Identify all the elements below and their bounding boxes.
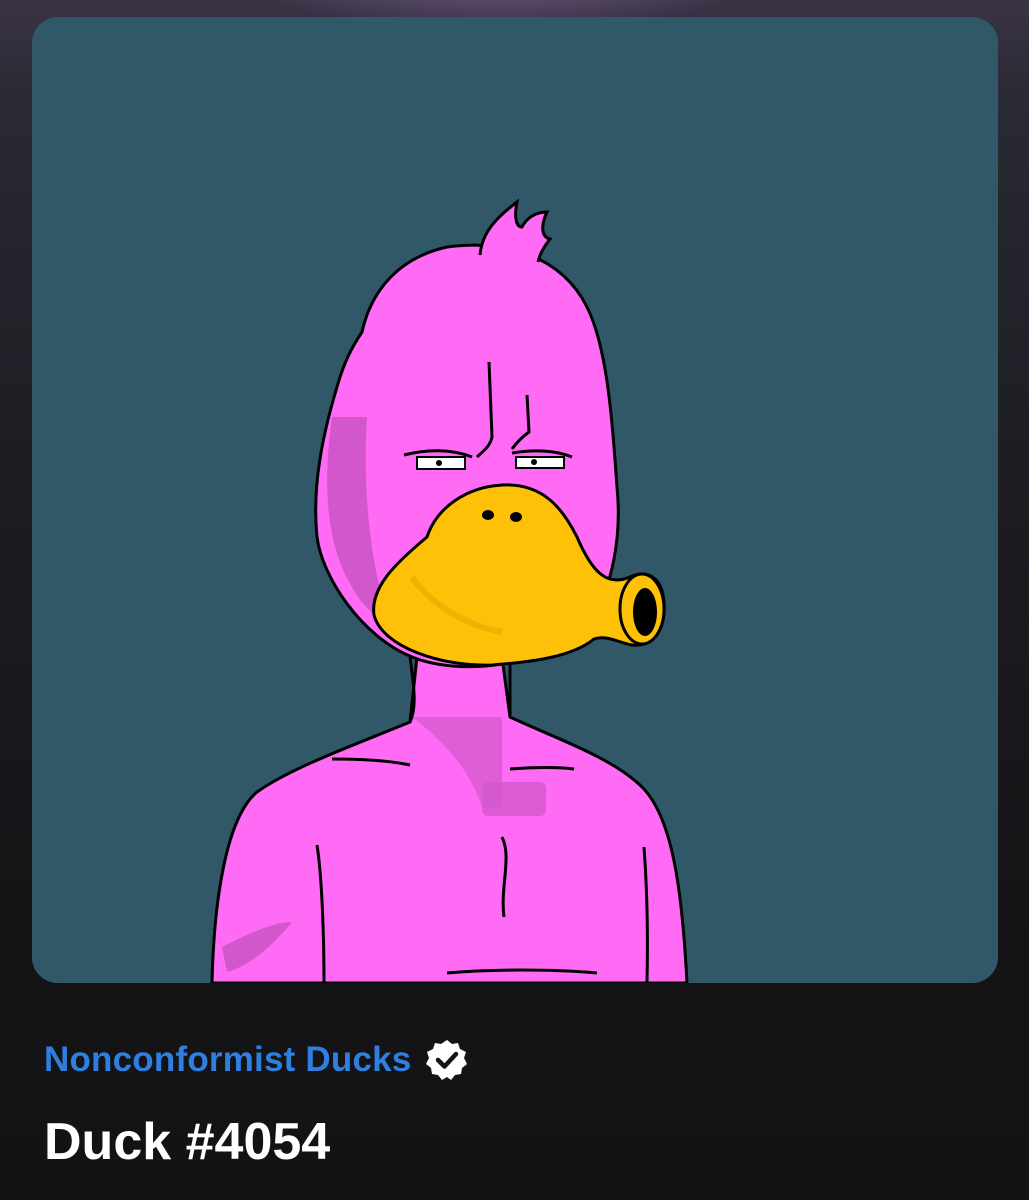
duck-illustration — [32, 17, 998, 983]
collection-link[interactable]: Nonconformist Ducks — [44, 1040, 411, 1080]
verified-badge-icon — [426, 1040, 468, 1080]
nft-item-page: Nonconformist Ducks Duck #4054 — [0, 0, 1029, 1200]
collection-row: Nonconformist Ducks — [44, 1030, 1004, 1090]
nft-artwork-image[interactable] — [32, 17, 998, 983]
item-info: Nonconformist Ducks Duck #4054 — [44, 1030, 1004, 1172]
item-title: Duck #4054 — [44, 1113, 331, 1171]
